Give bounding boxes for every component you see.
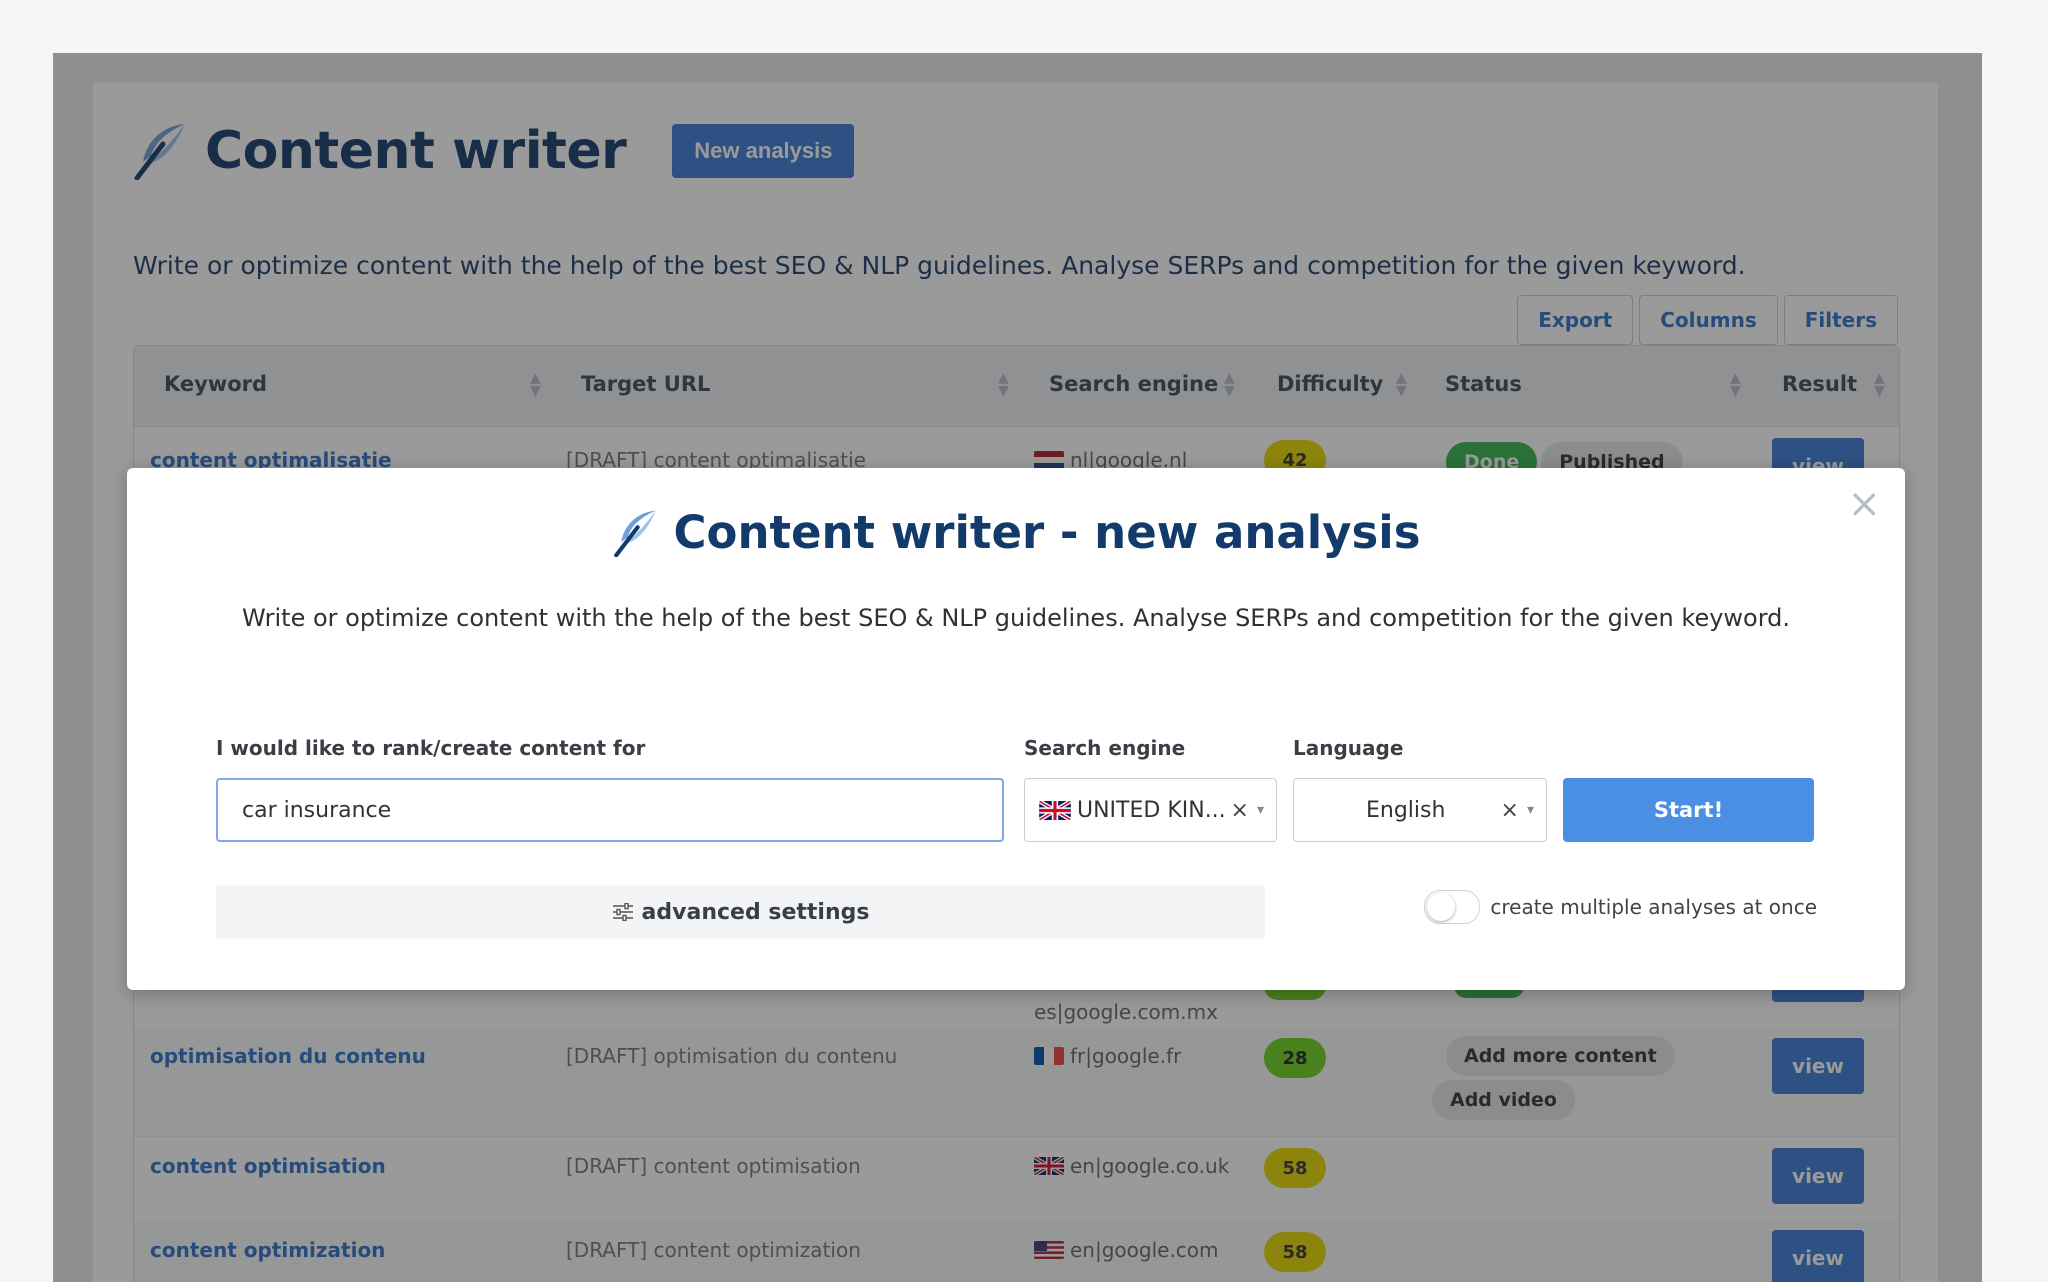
new-analysis-modal: × Content writer - new analysis Write or… xyxy=(127,468,1905,990)
advanced-settings-label: advanced settings xyxy=(641,899,870,925)
modal-subtitle: Write or optimize content with the help … xyxy=(241,604,1791,632)
clear-icon[interactable]: × xyxy=(1501,798,1519,823)
chevron-down-icon[interactable]: ▾ xyxy=(1527,802,1534,818)
advanced-settings-toggle[interactable]: advanced settings xyxy=(216,885,1265,939)
search-engine-value: UNITED KIN... xyxy=(1077,797,1226,823)
multiple-analyses-toggle[interactable] xyxy=(1424,890,1481,924)
multiple-analyses-label: create multiple analyses at once xyxy=(1490,895,1817,919)
uk-flag-icon xyxy=(1039,800,1071,820)
chevron-down-icon[interactable]: ▾ xyxy=(1257,802,1264,818)
clear-icon[interactable]: × xyxy=(1231,798,1249,823)
search-engine-field-label: Search engine xyxy=(1024,736,1186,760)
language-field-label: Language xyxy=(1293,736,1404,760)
language-value: English xyxy=(1366,797,1446,823)
multiple-analyses-row: create multiple analyses at once xyxy=(1424,890,1817,924)
modal-header: Content writer - new analysis xyxy=(127,506,1905,559)
start-button[interactable]: Start! xyxy=(1563,778,1814,842)
language-select[interactable]: English × ▾ xyxy=(1293,778,1547,842)
search-engine-select[interactable]: UNITED KIN... × ▾ xyxy=(1024,778,1277,842)
keyword-input[interactable] xyxy=(216,778,1004,842)
modal-title: Content writer - new analysis xyxy=(673,506,1421,559)
sliders-icon xyxy=(612,903,633,921)
toggle-knob xyxy=(1427,893,1456,921)
keyword-field-label: I would like to rank/create content for xyxy=(216,736,646,760)
feather-icon xyxy=(613,510,656,557)
